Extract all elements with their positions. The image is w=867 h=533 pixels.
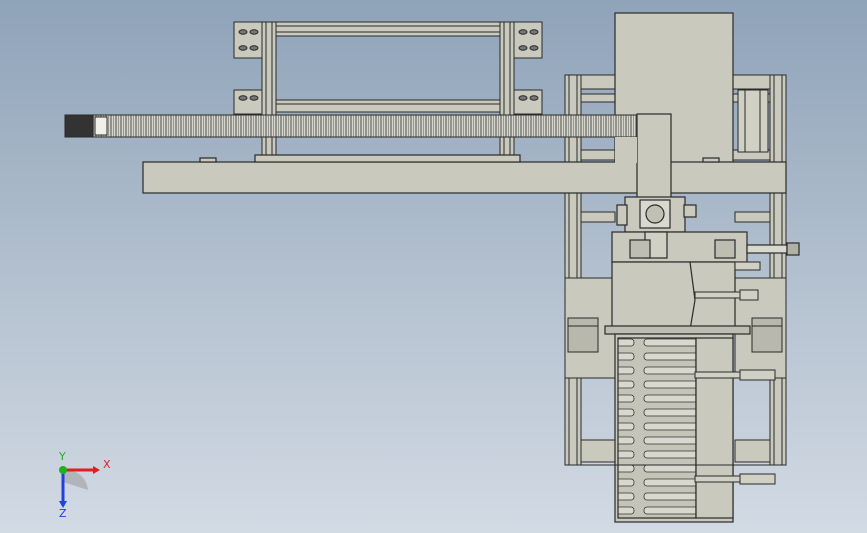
z-axis-label: Z — [59, 507, 67, 518]
y-axis-label: Y — [58, 452, 66, 463]
coordinate-triad: X Y Z — [58, 452, 111, 518]
assembly-model[interactable] — [0, 0, 867, 533]
y-axis-arrow — [59, 466, 67, 474]
upper-frame — [233, 21, 543, 159]
triad-shadow — [63, 469, 88, 490]
cad-viewport[interactable]: X Y Z — [0, 0, 867, 533]
roller-conveyor[interactable] — [614, 333, 734, 523]
gear-rack[interactable] — [64, 114, 646, 138]
x-axis-label: X — [103, 458, 111, 471]
